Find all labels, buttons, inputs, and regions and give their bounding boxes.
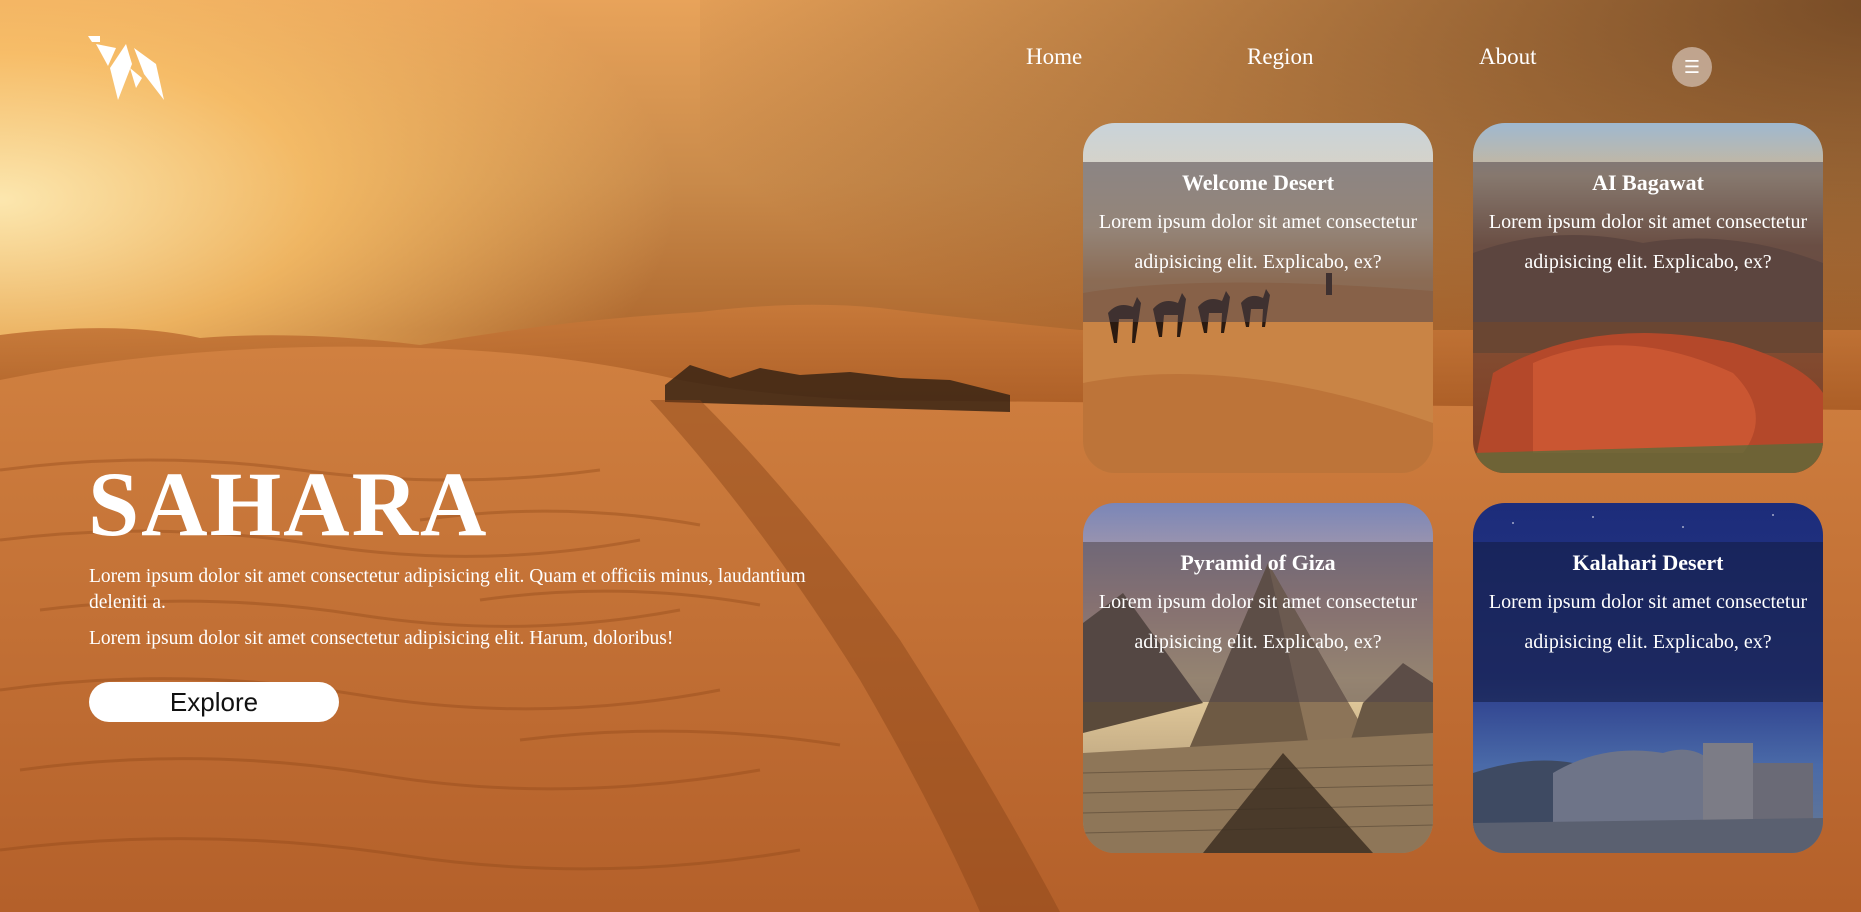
card-title: Pyramid of Giza	[1180, 550, 1336, 575]
nav-about-link[interactable]: About	[1479, 44, 1537, 70]
card-title: Welcome Desert	[1181, 170, 1335, 195]
card-text: Lorem ipsum dolor sit amet consectetur a…	[1488, 211, 1808, 273]
card-overlay: Pyramid of Giza Lorem ipsum dolor sit am…	[1083, 542, 1433, 702]
camel-logo-icon[interactable]	[86, 34, 166, 104]
card-text: Lorem ipsum dolor sit amet consectetur a…	[1098, 591, 1418, 653]
card-kalahari-desert[interactable]: Kalahari Desert Lorem ipsum dolor sit am…	[1473, 503, 1823, 853]
hero-paragraph-2: Lorem ipsum dolor sit amet consectetur a…	[89, 628, 674, 649]
card-ai-bagawat[interactable]: AI Bagawat Lorem ipsum dolor sit amet co…	[1473, 123, 1823, 473]
card-title: Kalahari Desert	[1572, 550, 1724, 575]
nav-region-link[interactable]: Region	[1247, 44, 1313, 70]
hamburger-menu-button[interactable]: ☰	[1672, 47, 1712, 87]
explore-button[interactable]: Explore	[89, 682, 339, 722]
card-welcome-desert[interactable]: Welcome Desert Lorem ipsum dolor sit ame…	[1083, 123, 1433, 473]
card-overlay: Welcome Desert Lorem ipsum dolor sit ame…	[1083, 162, 1433, 322]
card-text: Lorem ipsum dolor sit amet consectetur a…	[1488, 591, 1808, 653]
card-title: AI Bagawat	[1592, 170, 1704, 195]
card-pyramid-of-giza[interactable]: Pyramid of Giza Lorem ipsum dolor sit am…	[1083, 503, 1433, 853]
hamburger-icon: ☰	[1683, 56, 1701, 78]
card-text: Lorem ipsum dolor sit amet consectetur a…	[1098, 211, 1418, 273]
card-overlay: Kalahari Desert Lorem ipsum dolor sit am…	[1473, 542, 1823, 702]
nav-home-link[interactable]: Home	[1026, 44, 1082, 70]
hero-paragraph-1: Lorem ipsum dolor sit amet consectetur a…	[89, 566, 806, 613]
hero-title: SAHARA	[88, 453, 489, 555]
card-overlay: AI Bagawat Lorem ipsum dolor sit amet co…	[1473, 162, 1823, 322]
